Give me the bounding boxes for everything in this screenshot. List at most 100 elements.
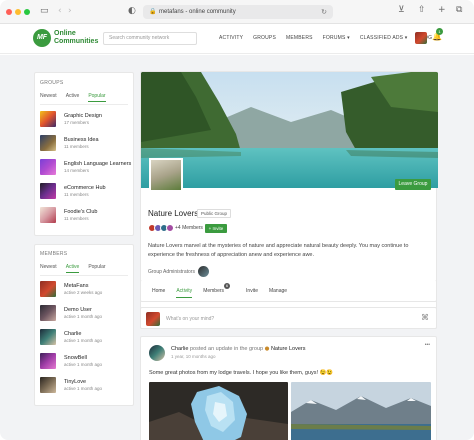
leave-group-button[interactable]: Leave Group: [395, 179, 431, 190]
invite-button[interactable]: + Invite: [205, 224, 227, 233]
post-timestamp[interactable]: 1 year, 10 months ago: [171, 354, 216, 359]
tab-members[interactable]: Members 6: [203, 283, 235, 298]
member-last-active: active 1 month ago: [64, 362, 103, 367]
member-list-item[interactable]: TinyLove active 1 month ago: [40, 377, 130, 393]
member-avatar: [40, 281, 56, 297]
post-text: Some great photos from my lodge travels.…: [149, 370, 334, 376]
tab-manage[interactable]: Manage: [269, 288, 287, 298]
download-icon[interactable]: ⊻: [398, 5, 405, 15]
group-list-item[interactable]: Business Idea 11 members: [40, 135, 130, 151]
nav-forums[interactable]: FORUMS ▾: [323, 35, 350, 41]
group-thumbnail: [40, 207, 56, 223]
nav-members[interactable]: MEMBERS: [286, 35, 313, 41]
composer-placeholder[interactable]: What's on your mind?: [166, 316, 214, 322]
notification-badge: 1: [436, 28, 443, 35]
groups-widget-title: GROUPS: [40, 80, 64, 86]
search-input[interactable]: Search community network: [103, 32, 197, 45]
nav-classified-ads[interactable]: CLASSIFIED ADS ▾: [360, 35, 408, 41]
address-bar[interactable]: 🔒 metafans - online community ↻: [143, 5, 333, 19]
group-thumbnail: [40, 111, 56, 127]
member-avatar: [40, 377, 56, 393]
group-name[interactable]: Business Idea: [64, 137, 99, 143]
group-list-item[interactable]: Foodie's Club 11 members: [40, 207, 130, 223]
chevron-right-icon[interactable]: ›: [68, 6, 72, 16]
member-name[interactable]: SnowBell: [64, 355, 87, 361]
close-window-button[interactable]: [6, 9, 12, 15]
group-members-count: 14 members: [64, 168, 90, 173]
tab-activity[interactable]: Activity: [176, 288, 193, 298]
user-avatar[interactable]: [415, 32, 427, 44]
group-avatar[interactable]: [149, 158, 183, 192]
administrator-avatar[interactable]: [198, 266, 209, 277]
zoom-window-button[interactable]: [24, 9, 30, 15]
divider: [40, 275, 128, 276]
member-name[interactable]: MetaFans: [64, 283, 88, 289]
member-list-item[interactable]: Demo User active 1 month ago: [40, 305, 130, 321]
nav-activity[interactable]: ACTIVITY: [219, 35, 243, 41]
tab-home[interactable]: Home: [152, 288, 165, 298]
tab-invite[interactable]: Invite: [246, 288, 258, 298]
post-more-button[interactable]: •••: [425, 342, 430, 348]
tab-members-label: Members: [203, 288, 225, 294]
group-thumbnail: [40, 135, 56, 151]
nav-groups[interactable]: GROUPS: [253, 35, 276, 41]
members-tab-active[interactable]: Active: [65, 264, 80, 273]
group-tabs: Home Activity Members 6 Invite Manage: [152, 283, 298, 298]
camera-icon[interactable]: ⌘: [421, 313, 429, 322]
member-name[interactable]: TinyLove: [64, 379, 86, 385]
post-photo-mountains[interactable]: [291, 382, 431, 440]
new-tab-icon[interactable]: +: [438, 5, 446, 15]
group-list-item[interactable]: eCommerce Hub 11 members: [40, 183, 130, 199]
member-name[interactable]: Charlie: [64, 331, 81, 337]
member-avatar[interactable]: [166, 224, 174, 232]
browser-window: ▭ ‹ › ◐ 🔒 metafans - online community ↻ …: [0, 0, 474, 440]
mountain-photo-illustration: [291, 382, 431, 440]
member-name[interactable]: Demo User: [64, 307, 92, 313]
group-list-item[interactable]: Graphic Design 17 members: [40, 111, 130, 127]
groups-tab-popular[interactable]: Popular: [88, 93, 106, 102]
minimize-window-button[interactable]: [15, 9, 21, 15]
post-composer[interactable]: What's on your mind? ⌘: [140, 307, 437, 329]
groups-tab-newest[interactable]: Newest: [40, 93, 57, 102]
group-title: Nature Lovers: [148, 209, 199, 218]
logo-icon[interactable]: MF: [33, 29, 51, 47]
post-action: posted an update in the group: [189, 346, 264, 352]
groups-tab-active[interactable]: Active: [66, 93, 80, 102]
group-administrators-label: Group Administrators: [148, 269, 195, 275]
group-members-count: 11 members: [64, 216, 89, 221]
composer-avatar: [146, 312, 160, 326]
tab-overview-icon[interactable]: ⧉: [456, 5, 462, 15]
members-widget-title: MEMBERS: [40, 251, 68, 257]
members-tab-popular[interactable]: Popular: [88, 264, 105, 273]
post-author-avatar[interactable]: [149, 345, 165, 361]
members-widget: MEMBERS Newest Active Popular MetaFans a…: [34, 244, 134, 406]
browser-toolbar: ▭ ‹ › ◐ 🔒 metafans - online community ↻ …: [0, 0, 474, 24]
member-last-active: active 1 month ago: [64, 338, 103, 343]
group-thumbnail: [40, 183, 56, 199]
shield-icon[interactable]: ◐: [128, 6, 136, 16]
members-count[interactable]: +4 Members: [175, 225, 203, 231]
members-tab-newest[interactable]: Newest: [40, 264, 57, 273]
site-logo-text[interactable]: Online Communities: [54, 30, 99, 46]
reload-icon[interactable]: ↻: [321, 5, 327, 19]
group-members-count: 11 members: [64, 144, 89, 149]
member-list-item[interactable]: Charlie active 1 month ago: [40, 329, 130, 345]
sidebar-toggle-icon[interactable]: ▭: [40, 6, 49, 16]
group-name[interactable]: Graphic Design: [64, 113, 102, 119]
member-list-item[interactable]: SnowBell active 1 month ago: [40, 353, 130, 369]
group-cover-image: [141, 72, 438, 188]
post-photo-ice[interactable]: [149, 382, 288, 440]
group-description: Nature Lovers marvel at the mysteries of…: [148, 243, 409, 258]
group-name[interactable]: eCommerce Hub: [64, 185, 106, 191]
group-name[interactable]: English Language Learners: [64, 161, 131, 167]
group-list-item[interactable]: English Language Learners 14 members: [40, 159, 131, 175]
activity-post: Charlie posted an update in the group ● …: [140, 336, 437, 440]
members-widget-tabs: Newest Active Popular: [40, 264, 115, 273]
chevron-left-icon[interactable]: ‹: [58, 6, 62, 16]
post-group-link[interactable]: Nature Lovers: [271, 346, 306, 352]
post-author[interactable]: Charlie: [171, 346, 188, 352]
member-list-item[interactable]: MetaFans active 2 weeks ago: [40, 281, 130, 297]
member-last-active: active 1 month ago: [64, 386, 103, 391]
share-icon[interactable]: ⇧: [418, 5, 426, 15]
group-name[interactable]: Foodie's Club: [64, 209, 97, 215]
